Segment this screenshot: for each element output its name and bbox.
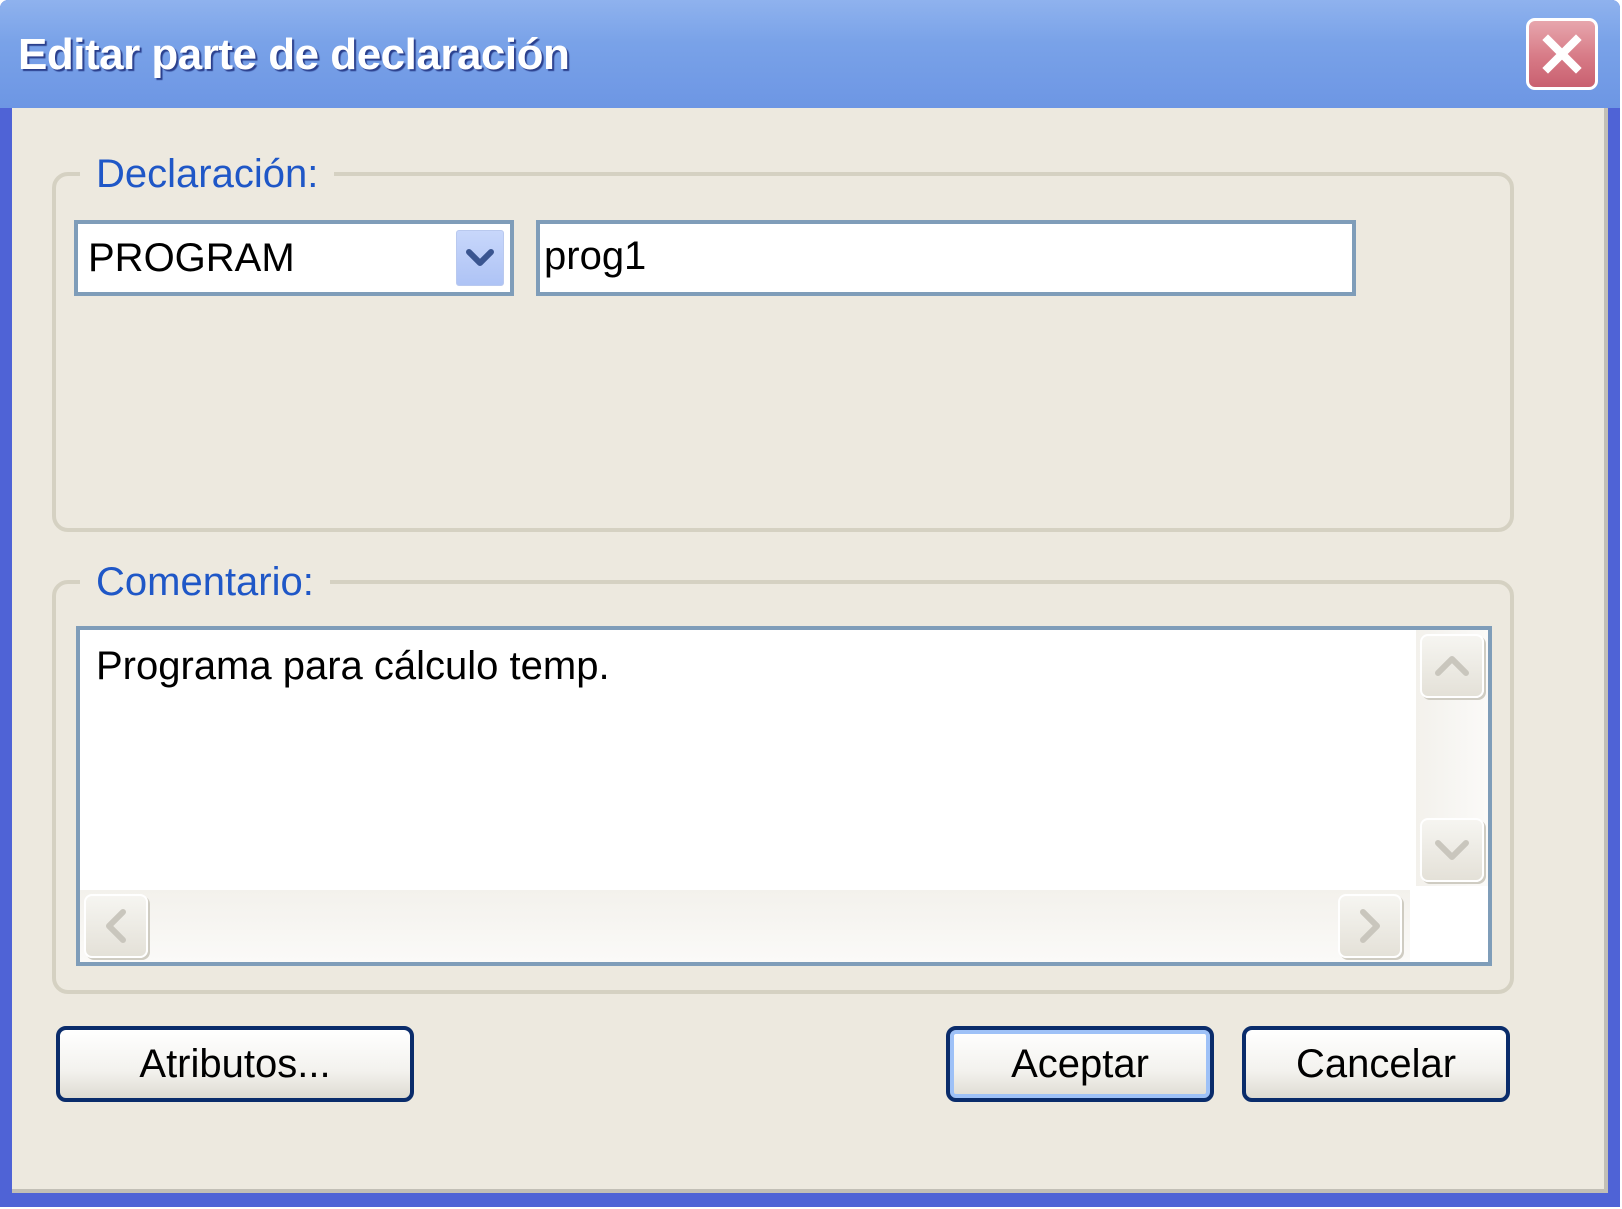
- chevron-left-icon: [106, 909, 126, 943]
- close-icon: [1542, 34, 1582, 74]
- dialog-window: Editar parte de declaración Declaración:…: [0, 0, 1620, 1207]
- comment-text: Programa para cálculo temp.: [96, 644, 610, 688]
- scroll-up-button[interactable]: [1420, 634, 1484, 698]
- declaration-name-value: prog1: [544, 234, 647, 278]
- chevron-down-icon: [466, 249, 494, 266]
- declaration-type-value: PROGRAM: [88, 236, 295, 280]
- scroll-left-button[interactable]: [84, 894, 148, 958]
- chevron-up-icon: [1435, 656, 1469, 676]
- vertical-scrollbar[interactable]: [1416, 630, 1488, 886]
- comment-textarea[interactable]: Programa para cálculo temp.: [76, 626, 1492, 966]
- dropdown-button[interactable]: [456, 230, 504, 286]
- dialog-title: Editar parte de declaración: [18, 30, 570, 79]
- declaration-name-input[interactable]: prog1: [536, 220, 1356, 296]
- dialog-body: Declaración: PROGRAM prog1 Comentario: P…: [12, 108, 1608, 1193]
- title-bar[interactable]: Editar parte de declaración: [0, 0, 1620, 108]
- comment-legend: Comentario:: [80, 558, 330, 606]
- horizontal-scrollbar[interactable]: [80, 890, 1410, 962]
- scroll-down-button[interactable]: [1420, 818, 1484, 882]
- chevron-right-icon: [1360, 909, 1380, 943]
- cancel-button[interactable]: Cancelar: [1242, 1026, 1510, 1102]
- attributes-button[interactable]: Atributos...: [56, 1026, 414, 1102]
- declaration-legend: Declaración:: [80, 150, 335, 198]
- ok-button[interactable]: Aceptar: [946, 1026, 1214, 1102]
- chevron-down-icon: [1435, 840, 1469, 860]
- declaration-type-select[interactable]: PROGRAM: [74, 220, 514, 296]
- close-button[interactable]: [1526, 18, 1598, 90]
- scroll-right-button[interactable]: [1338, 894, 1402, 958]
